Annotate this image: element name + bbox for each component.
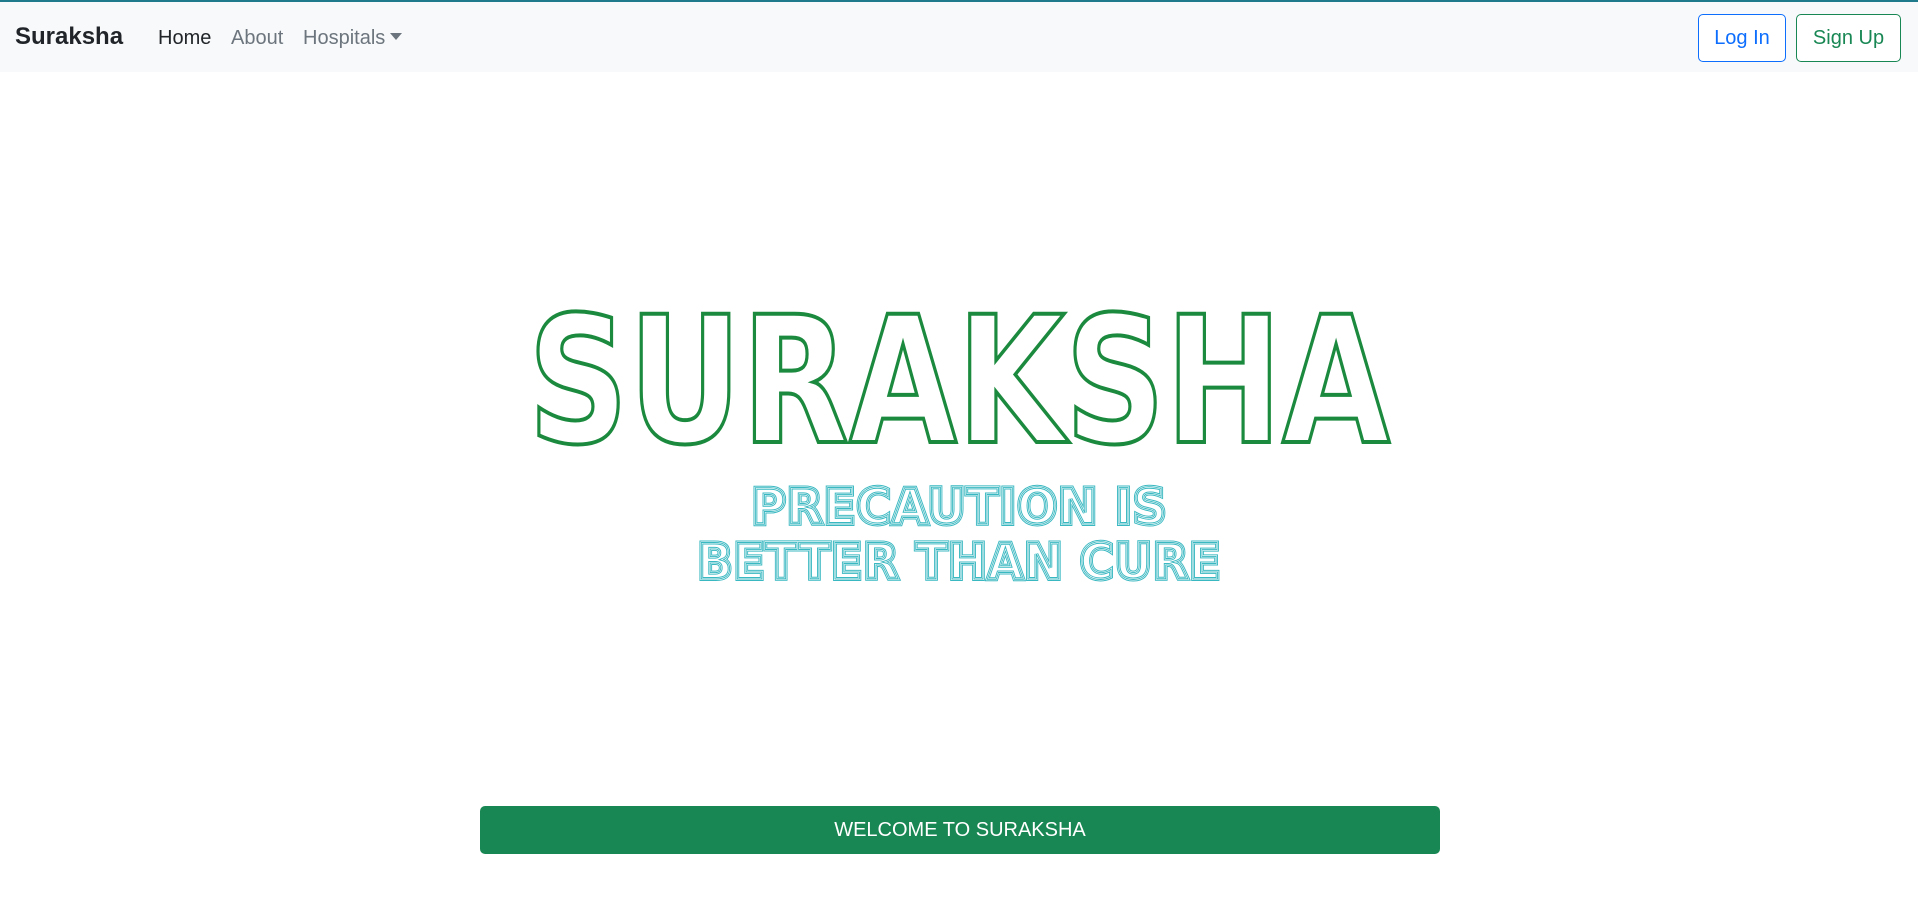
tagline-line2-inner: BETTER THAN CURE <box>697 533 1221 591</box>
hero-logo-text: SURAKSHA <box>528 279 1390 484</box>
hero-section: SURAKSHA PRECAUTION IS PRECAUTION IS PRE… <box>0 0 1918 918</box>
welcome-button[interactable]: WELCOME TO SURAKSHA <box>480 806 1440 854</box>
tagline-group: PRECAUTION IS PRECAUTION IS PRECAUTION I… <box>695 476 1223 593</box>
tagline-line1-inner: PRECAUTION IS <box>751 478 1167 536</box>
hero-graphic: SURAKSHA PRECAUTION IS PRECAUTION IS PRE… <box>526 277 1392 593</box>
